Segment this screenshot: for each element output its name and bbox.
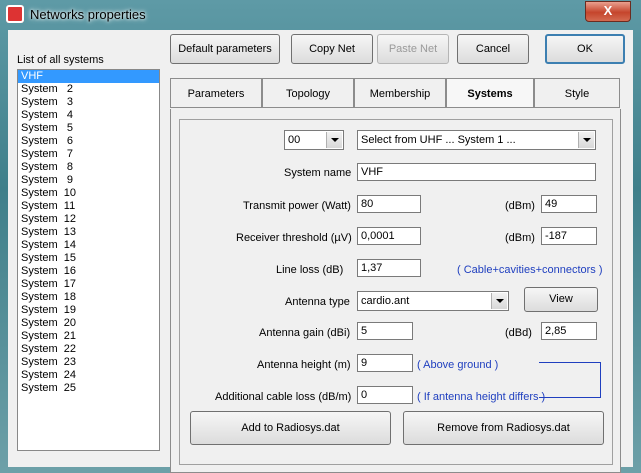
tx-power-label: Transmit power (Watt) [243,200,351,212]
cancel-button[interactable]: Cancel [457,34,529,64]
list-item[interactable]: System 16 [18,265,159,278]
dialog-client: List of all systems VHF System 2 System 3S… [8,30,633,473]
cable-loss-field[interactable]: 0 [357,386,413,404]
tab-topology[interactable]: Topology [262,78,354,108]
system-name-label: System name [284,167,352,179]
app-icon [6,5,24,23]
list-item[interactable]: System 8 [18,161,159,174]
close-button[interactable]: X [585,1,631,22]
list-item[interactable]: System 6 [18,135,159,148]
tx-power-dbm-label: (dBm) [505,200,535,212]
antenna-gain-field[interactable]: 5 [357,322,413,340]
rx-threshold-field[interactable]: 0,0001 [357,227,421,245]
antenna-gain-dbd-label: (dBd) [505,327,532,339]
list-item[interactable]: System 17 [18,278,159,291]
chevron-down-icon[interactable] [578,132,594,148]
line-loss-label: Line loss (dB) [276,264,344,276]
tab-systems[interactable]: Systems [446,78,534,108]
antenna-height-note: ( Above ground ) [417,359,499,371]
cable-loss-note: ( If antenna height differs ) [417,391,546,403]
list-item[interactable]: System 10 [18,187,159,200]
rx-threshold-label: Receiver threshold (µV) [236,232,352,244]
chevron-down-icon[interactable] [491,293,507,309]
tab-parameters[interactable]: Parameters [170,78,262,108]
list-item[interactable]: System 23 [18,356,159,369]
list-item[interactable]: System 21 [18,330,159,343]
antenna-type-value: cardio.ant [361,295,410,307]
list-item[interactable]: VHF [18,70,159,83]
antenna-gain-label: Antenna gain (dBi) [259,327,351,339]
list-item[interactable]: System 12 [18,213,159,226]
tab-membership[interactable]: Membership [354,78,446,108]
system-name-field[interactable]: VHF [357,163,596,181]
line-loss-note: ( Cable+cavities+connectors ) [457,264,603,276]
list-item[interactable]: System 24 [18,369,159,382]
remove-from-radiosys-button[interactable]: Remove from Radiosys.dat [403,411,604,445]
system-source-select[interactable]: Select from UHF ... System 1 ... [357,130,596,150]
list-item[interactable]: System 13 [18,226,159,239]
system-index-select[interactable]: 00 [284,130,344,150]
antenna-height-field[interactable]: 9 [357,354,413,372]
rx-threshold-dbm-label: (dBm) [505,232,535,244]
list-item[interactable]: System 9 [18,174,159,187]
rx-threshold-dbm-field[interactable]: -187 [541,227,597,245]
list-item[interactable]: System 11 [18,200,159,213]
list-item[interactable]: System 18 [18,291,159,304]
antenna-height-label: Antenna height (m) [257,359,351,371]
list-item[interactable]: System 2 [18,83,159,96]
paste-net-button[interactable]: Paste Net [377,34,449,64]
list-item[interactable]: System 14 [18,239,159,252]
list-item[interactable]: System 19 [18,304,159,317]
list-item[interactable]: System 20 [18,317,159,330]
system-index-value: 00 [288,134,301,146]
tab-style[interactable]: Style [534,78,620,108]
systems-listbox[interactable]: VHF System 2 System 3 System 4 System 5 Syste… [17,69,160,451]
tx-power-dbm-field[interactable]: 49 [541,195,597,213]
ok-button[interactable]: OK [545,34,625,64]
chevron-down-icon[interactable] [326,132,342,148]
view-antenna-button[interactable]: View [524,287,598,312]
tab-bar: Parameters Topology Membership Systems S… [170,78,620,109]
antenna-type-label: Antenna type [285,296,350,308]
antenna-gain-dbd-field[interactable]: 2,85 [541,322,597,340]
window-title: Networks properties [30,7,146,22]
cable-loss-label: Additional cable loss (dB/m) [215,391,352,403]
title-bar: Networks properties X [0,0,641,30]
list-label: List of all systems [17,54,104,66]
list-item[interactable]: System 25 [18,382,159,395]
window: Networks properties X List of all system… [0,0,641,473]
list-item[interactable]: System 3 [18,96,159,109]
tx-power-field[interactable]: 80 [357,195,421,213]
system-source-value: Select from UHF ... System 1 ... [361,134,516,146]
list-item[interactable]: System 4 [18,109,159,122]
list-item[interactable]: System 7 [18,148,159,161]
bracket-line [539,362,601,398]
list-item[interactable]: System 15 [18,252,159,265]
default-parameters-button[interactable]: Default parameters [170,34,280,64]
line-loss-field[interactable]: 1,37 [357,259,421,277]
list-item[interactable]: System 5 [18,122,159,135]
antenna-type-select[interactable]: cardio.ant [357,291,509,311]
add-to-radiosys-button[interactable]: Add to Radiosys.dat [190,411,391,445]
list-item[interactable]: System 22 [18,343,159,356]
copy-net-button[interactable]: Copy Net [291,34,373,64]
